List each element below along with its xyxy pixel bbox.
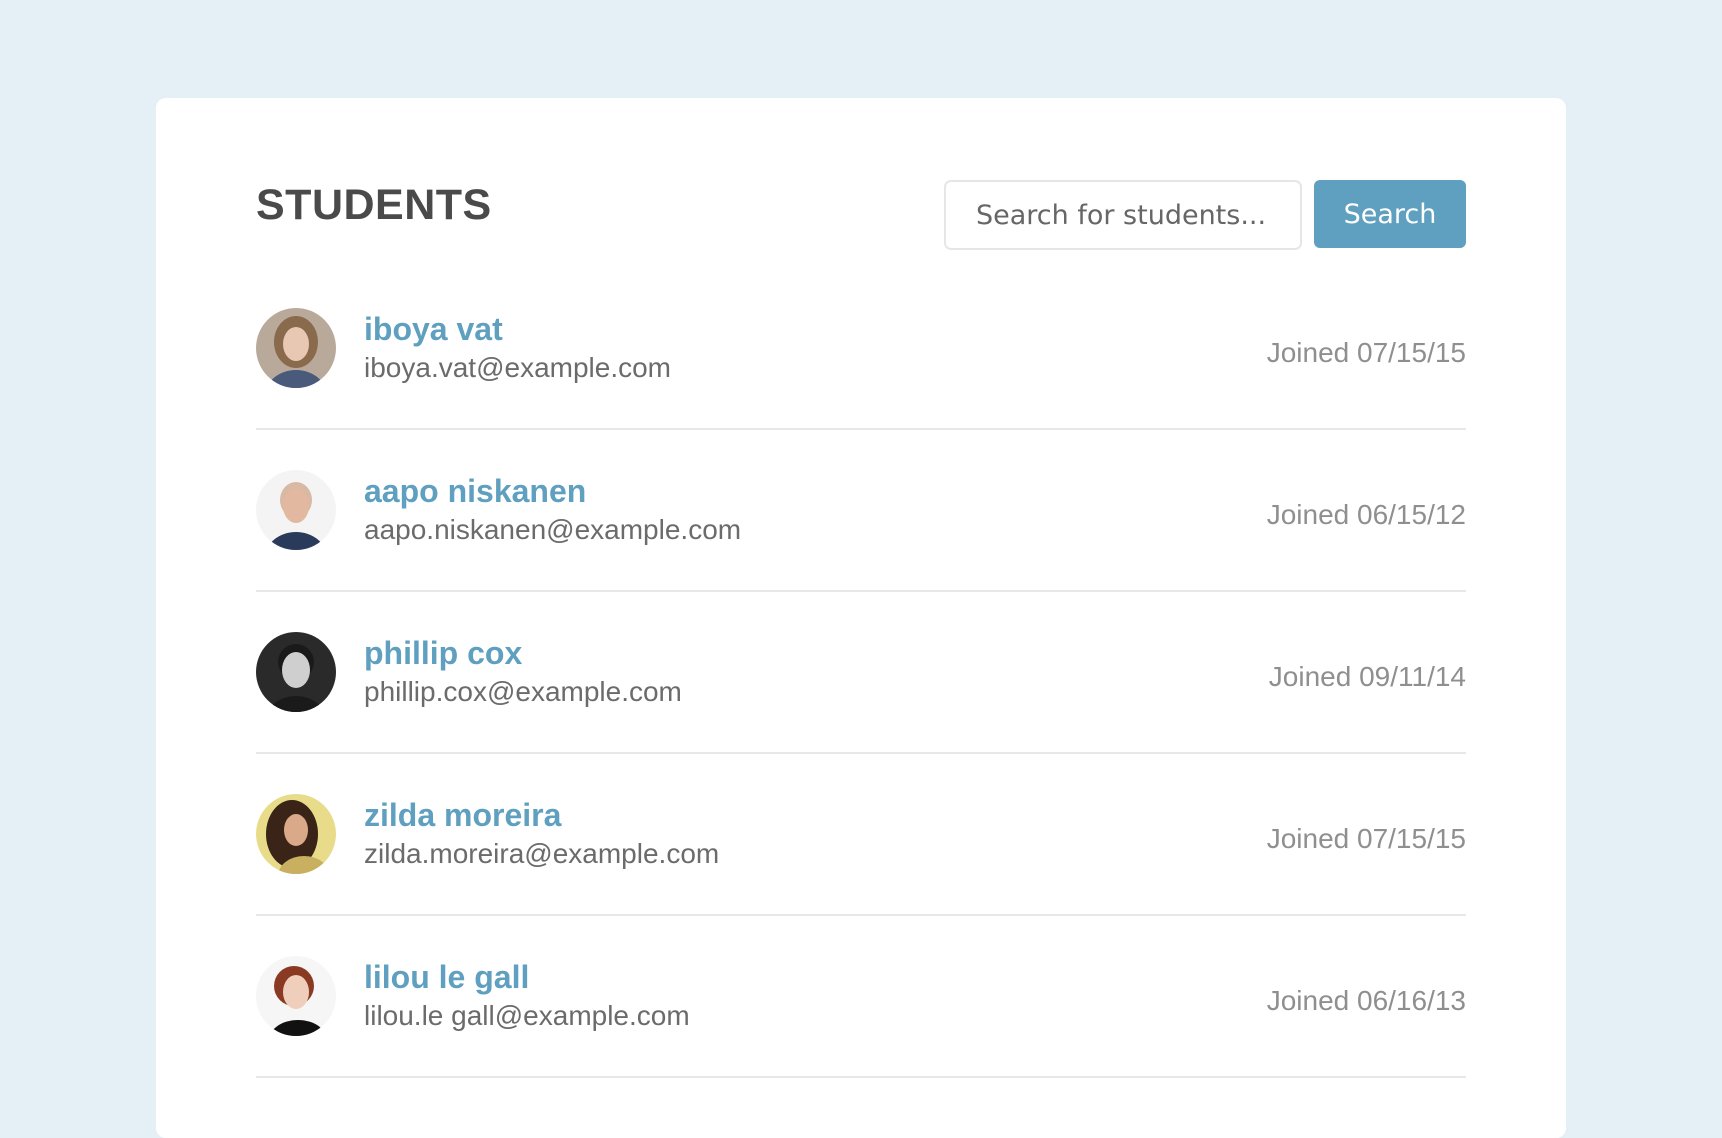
student-email: lilou.le gall@example.com [364,1000,690,1031]
avatar [256,956,336,1036]
student-email: zilda.moreira@example.com [364,838,720,869]
student-name-link[interactable]: iboya vat [364,310,503,348]
student-list: iboya vat iboya.vat@example.com Joined 0… [256,0,1466,1078]
avatar [256,470,336,550]
avatar-photo [256,308,336,388]
avatar [256,308,336,388]
student-joined-date: Joined 09/11/14 [1268,661,1466,692]
avatar-photo [256,794,336,874]
list-item: aapo niskanen aapo.niskanen@example.com … [256,430,1466,592]
student-joined-date: Joined 07/15/15 [1266,823,1466,854]
list-item: phillip cox phillip.cox@example.com Join… [256,592,1466,754]
student-joined-date: Joined 06/16/13 [1266,985,1466,1016]
avatar-photo [256,470,336,550]
avatar [256,794,336,874]
list-item: zilda moreira zilda.moreira@example.com … [256,754,1466,916]
student-email: iboya.vat@example.com [364,352,672,383]
student-joined-date: Joined 07/15/15 [1266,337,1466,368]
list-item: iboya vat iboya.vat@example.com Joined 0… [256,0,1466,430]
student-joined-date: Joined 06/15/12 [1266,499,1466,530]
student-email: aapo.niskanen@example.com [364,514,742,545]
list-item: lilou le gall lilou.le gall@example.com … [256,916,1466,1078]
student-name-link[interactable]: zilda moreira [364,796,561,834]
student-email: phillip.cox@example.com [364,676,682,707]
avatar [256,632,336,712]
avatar-photo [256,956,336,1036]
student-name-link[interactable]: phillip cox [364,634,522,672]
avatar-photo [256,632,336,712]
student-name-link[interactable]: lilou le gall [364,958,529,996]
student-name-link[interactable]: aapo niskanen [364,472,586,510]
